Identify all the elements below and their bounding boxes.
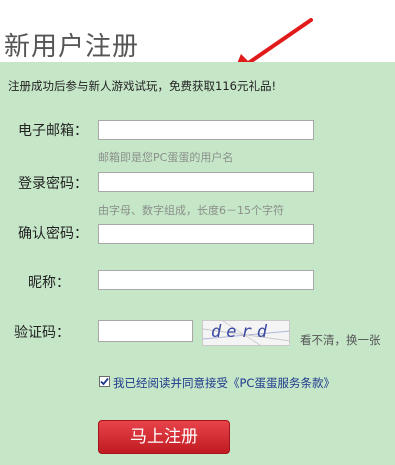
confirm-password-field[interactable] bbox=[98, 224, 314, 244]
nickname-label: 昵称： bbox=[28, 275, 70, 291]
captcha-image[interactable]: derd bbox=[202, 320, 290, 346]
confirm-password-label: 确认密码： bbox=[18, 226, 88, 242]
email-field[interactable] bbox=[98, 120, 314, 140]
password-hint: 由字母、数字组成，长度6－15个字符 bbox=[98, 204, 284, 217]
email-label: 电子邮箱： bbox=[18, 123, 88, 139]
registration-form: 注册成功后参与新人游戏试玩，免费获取116元礼品! 电子邮箱： 邮箱即是您PC蛋… bbox=[0, 62, 395, 465]
page-header: 新用户注册 bbox=[0, 0, 395, 73]
page-title: 新用户注册 bbox=[4, 32, 140, 62]
nickname-field[interactable] bbox=[98, 270, 314, 290]
password-field[interactable] bbox=[98, 172, 314, 192]
captcha-label: 验证码： bbox=[14, 325, 70, 341]
intro-text: 注册成功后参与新人游戏试玩，免费获取116元礼品! bbox=[8, 79, 277, 93]
captcha-field[interactable] bbox=[98, 320, 193, 342]
refresh-captcha-link[interactable]: 看不清，换一张 bbox=[300, 332, 381, 348]
register-button[interactable]: 马上注册 bbox=[98, 420, 230, 454]
agree-checkbox[interactable] bbox=[99, 376, 110, 387]
captcha-text: derd bbox=[211, 322, 272, 342]
email-hint: 邮箱即是您PC蛋蛋的用户名 bbox=[98, 151, 234, 164]
password-label: 登录密码： bbox=[18, 176, 88, 192]
agree-terms-label[interactable]: 我已经阅读并同意接受《PC蛋蛋服务条款》 bbox=[113, 375, 335, 391]
